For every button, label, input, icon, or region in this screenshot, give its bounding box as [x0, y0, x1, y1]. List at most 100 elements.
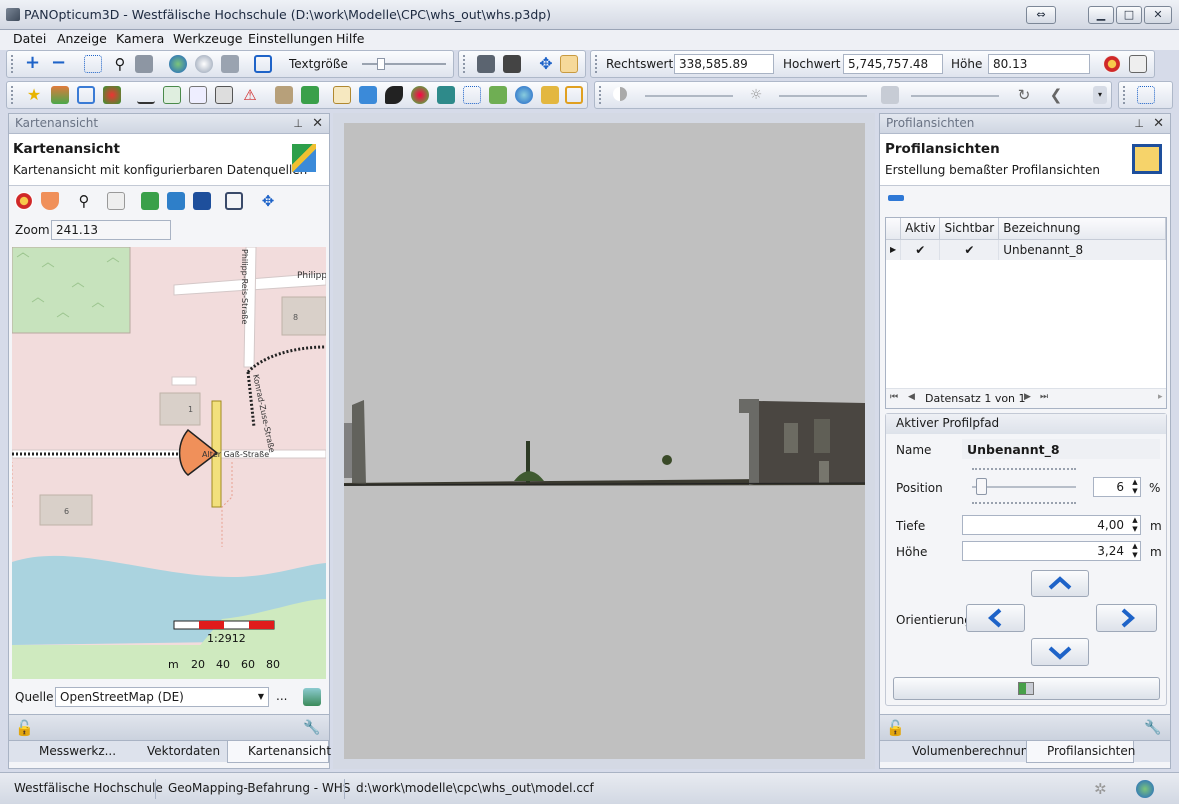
- contrast-slider[interactable]: [645, 95, 733, 97]
- polyline-icon[interactable]: [137, 86, 155, 104]
- cd-icon[interactable]: [195, 55, 213, 73]
- position-spin[interactable]: ▲ ▼: [1130, 478, 1140, 496]
- pen-icon[interactable]: [503, 55, 521, 73]
- doc-icon[interactable]: [333, 86, 351, 104]
- map-view[interactable]: Philipp- Philipp-Reis-Straße Konrad-Zuse…: [12, 247, 326, 679]
- lock-icon[interactable]: 🔓: [15, 719, 34, 737]
- tab-vektordaten[interactable]: Vektordaten: [127, 741, 227, 763]
- aktiv-checkbox[interactable]: ✔: [900, 239, 941, 260]
- window-icon[interactable]: [254, 55, 272, 73]
- close-panel-icon[interactable]: ✕: [312, 114, 323, 133]
- menu-datei[interactable]: Datei: [7, 31, 52, 47]
- scatter-icon[interactable]: [463, 86, 481, 104]
- cube-icon[interactable]: [135, 55, 153, 73]
- color-icon[interactable]: [103, 86, 121, 104]
- menu-hilfe[interactable]: Hilfe: [330, 31, 370, 47]
- book-icon[interactable]: [275, 86, 293, 104]
- refresh-icon[interactable]: ↻: [1015, 86, 1033, 104]
- northing-field[interactable]: 5,745,757.48: [843, 54, 943, 74]
- camera-icon[interactable]: [881, 86, 899, 104]
- table-row[interactable]: ▶ ✔ ✔ Unbenannt_8: [886, 239, 1166, 260]
- move-icon[interactable]: ✥: [537, 55, 555, 73]
- move-icon[interactable]: ✥: [259, 192, 277, 210]
- height-field[interactable]: 3,24: [962, 541, 1141, 561]
- menu-einstellungen[interactable]: Einstellungen: [242, 31, 339, 47]
- texture-icon[interactable]: [489, 86, 507, 104]
- overflow-icon[interactable]: ▾: [1093, 86, 1107, 104]
- shapes-icon[interactable]: [51, 86, 69, 104]
- close-panel-icon[interactable]: ✕: [1153, 114, 1164, 133]
- tab-profilansichten[interactable]: Profilansichten: [1026, 741, 1135, 763]
- pin-icon[interactable]: ⚲: [111, 55, 129, 73]
- fov-dropdown-icon[interactable]: [41, 192, 59, 210]
- scroll-right-icon[interactable]: ▸: [1158, 392, 1163, 402]
- close-button[interactable]: ✕: [1144, 6, 1172, 24]
- measure-icon[interactable]: [477, 55, 495, 73]
- chart-icon[interactable]: [163, 86, 181, 104]
- orient-down-button[interactable]: [1031, 638, 1089, 666]
- back-icon[interactable]: ❮: [1047, 86, 1065, 104]
- source-select[interactable]: OpenStreetMap (DE) ▼: [55, 687, 269, 707]
- depth-field[interactable]: 4,00: [962, 515, 1141, 535]
- map-icon[interactable]: [301, 86, 319, 104]
- orient-right-button[interactable]: [1096, 604, 1157, 632]
- orient-left-button[interactable]: [966, 604, 1025, 632]
- layers-icon[interactable]: [303, 688, 321, 706]
- restore-icon[interactable]: ⇔: [1026, 6, 1056, 24]
- map-export-icon[interactable]: [141, 192, 159, 210]
- minimize-button[interactable]: ▁: [1088, 6, 1114, 24]
- menu-anzeige[interactable]: Anzeige: [51, 31, 113, 47]
- zoom-out-icon[interactable]: −: [51, 54, 69, 73]
- target-icon[interactable]: [1103, 55, 1121, 73]
- last-record-icon[interactable]: ⏭: [1040, 392, 1048, 402]
- menu-kamera[interactable]: Kamera: [110, 31, 170, 47]
- layers-icon[interactable]: [221, 55, 239, 73]
- map-save-icon[interactable]: [193, 192, 211, 210]
- pin-icon[interactable]: ⊥: [1134, 114, 1144, 133]
- world-icon[interactable]: [515, 86, 533, 104]
- brightness-slider[interactable]: [779, 95, 867, 97]
- zoom-rect-icon[interactable]: [189, 86, 207, 104]
- list-icon[interactable]: [107, 192, 125, 210]
- depth-spin[interactable]: ▲ ▼: [1130, 516, 1140, 534]
- prev-record-icon[interactable]: ◀: [908, 392, 915, 402]
- position-slider[interactable]: [972, 486, 1076, 488]
- name-field[interactable]: Unbenannt_8: [962, 439, 1160, 459]
- menu-werkzeuge[interactable]: Werkzeuge: [167, 31, 249, 47]
- wrench-icon[interactable]: 🔧: [303, 719, 321, 737]
- clone-icon[interactable]: [77, 86, 95, 104]
- star-icon[interactable]: ★: [25, 86, 43, 104]
- source-more-button[interactable]: ...: [276, 689, 287, 703]
- row-name[interactable]: Unbenannt_8: [998, 239, 1166, 260]
- grid-icon[interactable]: [1137, 86, 1155, 104]
- wrench-icon[interactable]: 🔧: [1144, 719, 1162, 737]
- crop-icon[interactable]: [225, 192, 243, 210]
- globe-icon[interactable]: [1136, 780, 1154, 798]
- brightness-icon[interactable]: ☼: [747, 86, 765, 104]
- select-points-icon[interactable]: [84, 55, 102, 73]
- maximize-button[interactable]: □: [1116, 6, 1142, 24]
- zoom-field[interactable]: 241.13: [51, 220, 171, 240]
- height-field[interactable]: 80.13: [988, 54, 1090, 74]
- first-record-icon[interactable]: ⏮: [890, 392, 898, 402]
- warning-icon[interactable]: ⚠: [241, 86, 259, 104]
- sichtbar-checkbox[interactable]: ✔: [939, 239, 1000, 260]
- map-import-icon[interactable]: [167, 192, 185, 210]
- apply-button[interactable]: [893, 677, 1160, 700]
- pin-icon[interactable]: ⚲: [75, 192, 93, 210]
- rgb-icon[interactable]: [411, 86, 429, 104]
- next-record-icon[interactable]: ▶: [1024, 392, 1031, 402]
- remove-icon[interactable]: [888, 195, 904, 201]
- landscape-icon[interactable]: [437, 86, 455, 104]
- globe-icon[interactable]: [169, 55, 187, 73]
- dark-shape-icon[interactable]: [385, 86, 403, 104]
- column-bezeichnung[interactable]: Bezeichnung: [998, 218, 1166, 240]
- tab-kartenansicht[interactable]: Kartenansicht: [227, 741, 331, 763]
- bin-icon[interactable]: [215, 86, 233, 104]
- exposure-slider[interactable]: [911, 95, 999, 97]
- column-aktiv[interactable]: Aktiv: [900, 218, 941, 240]
- fov-icon[interactable]: [560, 55, 578, 73]
- tab-volumenberechnung[interactable]: Volumenberechnung: [892, 741, 1036, 763]
- tab-messwerkzeuge[interactable]: Messwerkz...: [19, 741, 119, 763]
- column-sichtbar[interactable]: Sichtbar: [939, 218, 1000, 240]
